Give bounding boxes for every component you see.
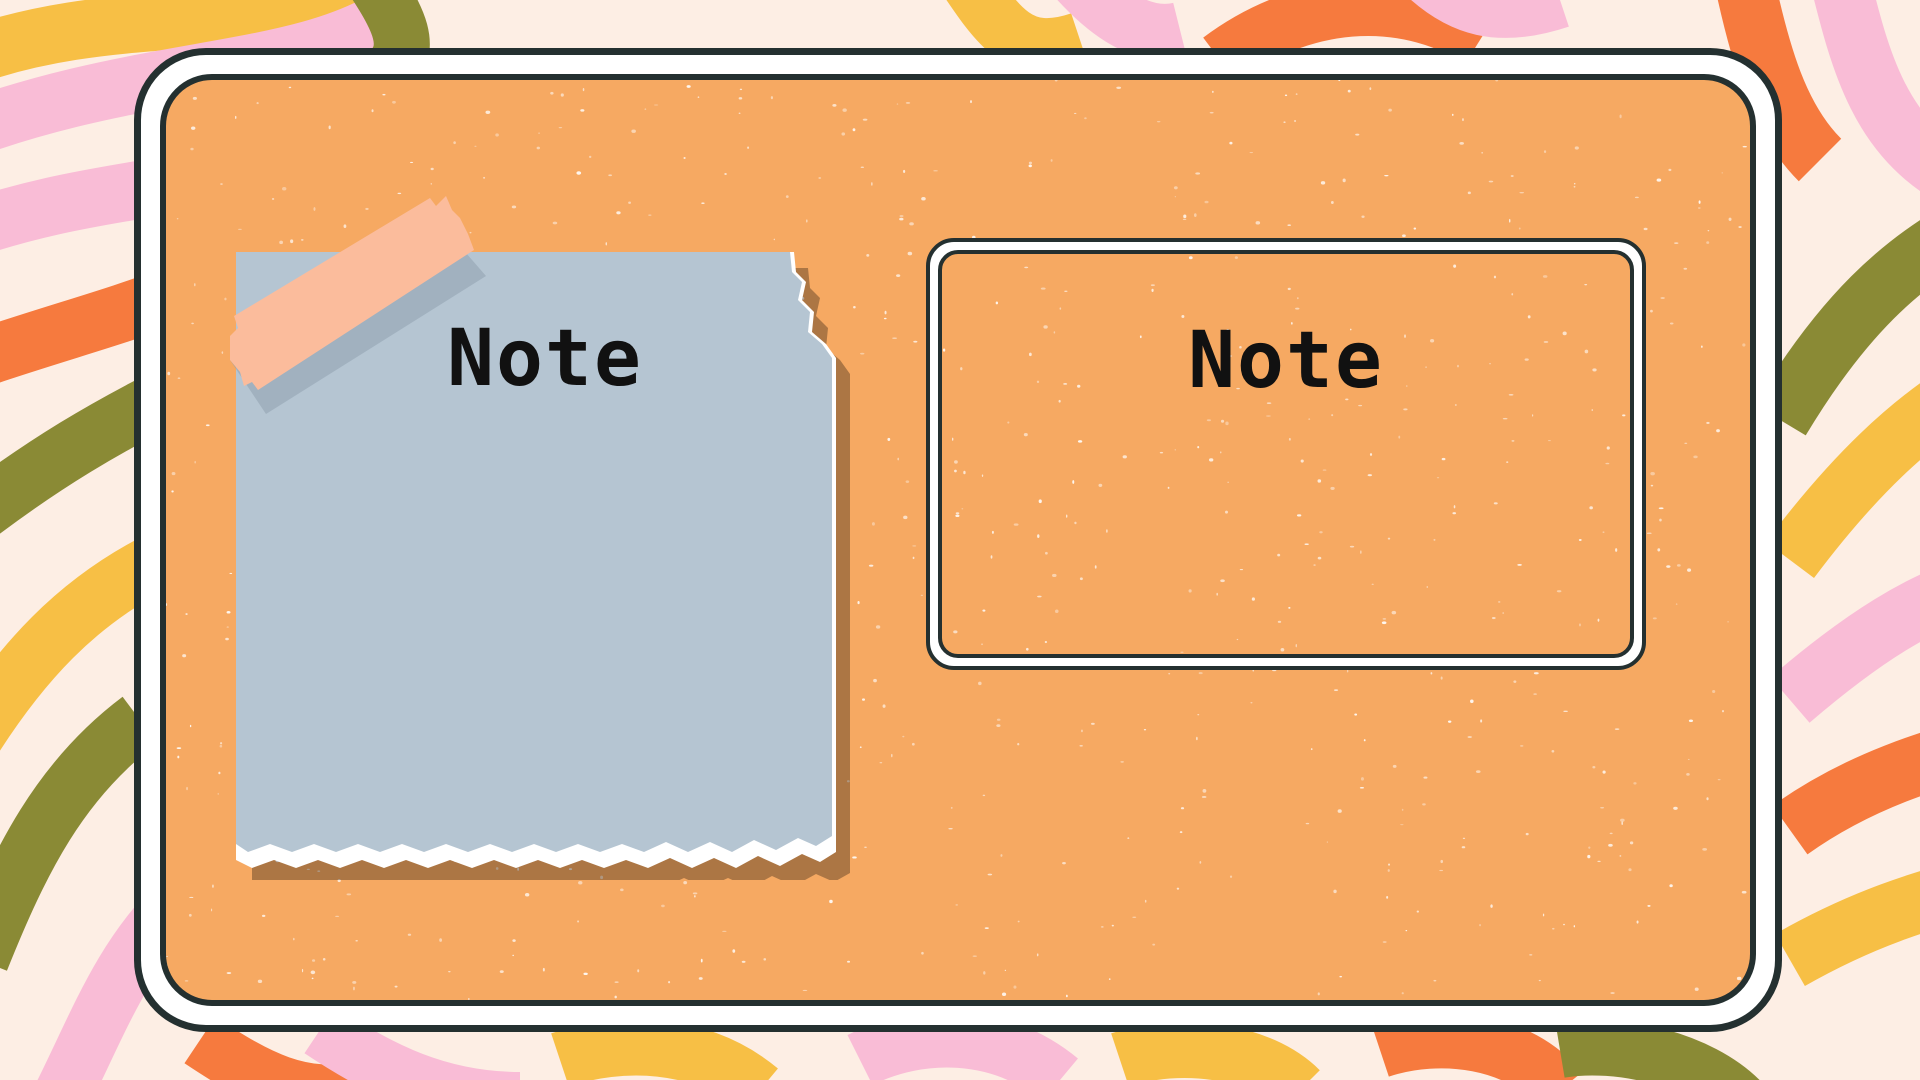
framed-note-title[interactable]: Note xyxy=(942,322,1630,400)
torn-paper-note: Note xyxy=(230,190,870,880)
paper-note-title[interactable]: Note xyxy=(380,320,710,398)
speckle-texture xyxy=(942,256,1626,653)
slide: Note Note xyxy=(0,0,1920,1080)
framed-note: Note xyxy=(938,250,1634,658)
paper-sheet xyxy=(230,196,850,880)
